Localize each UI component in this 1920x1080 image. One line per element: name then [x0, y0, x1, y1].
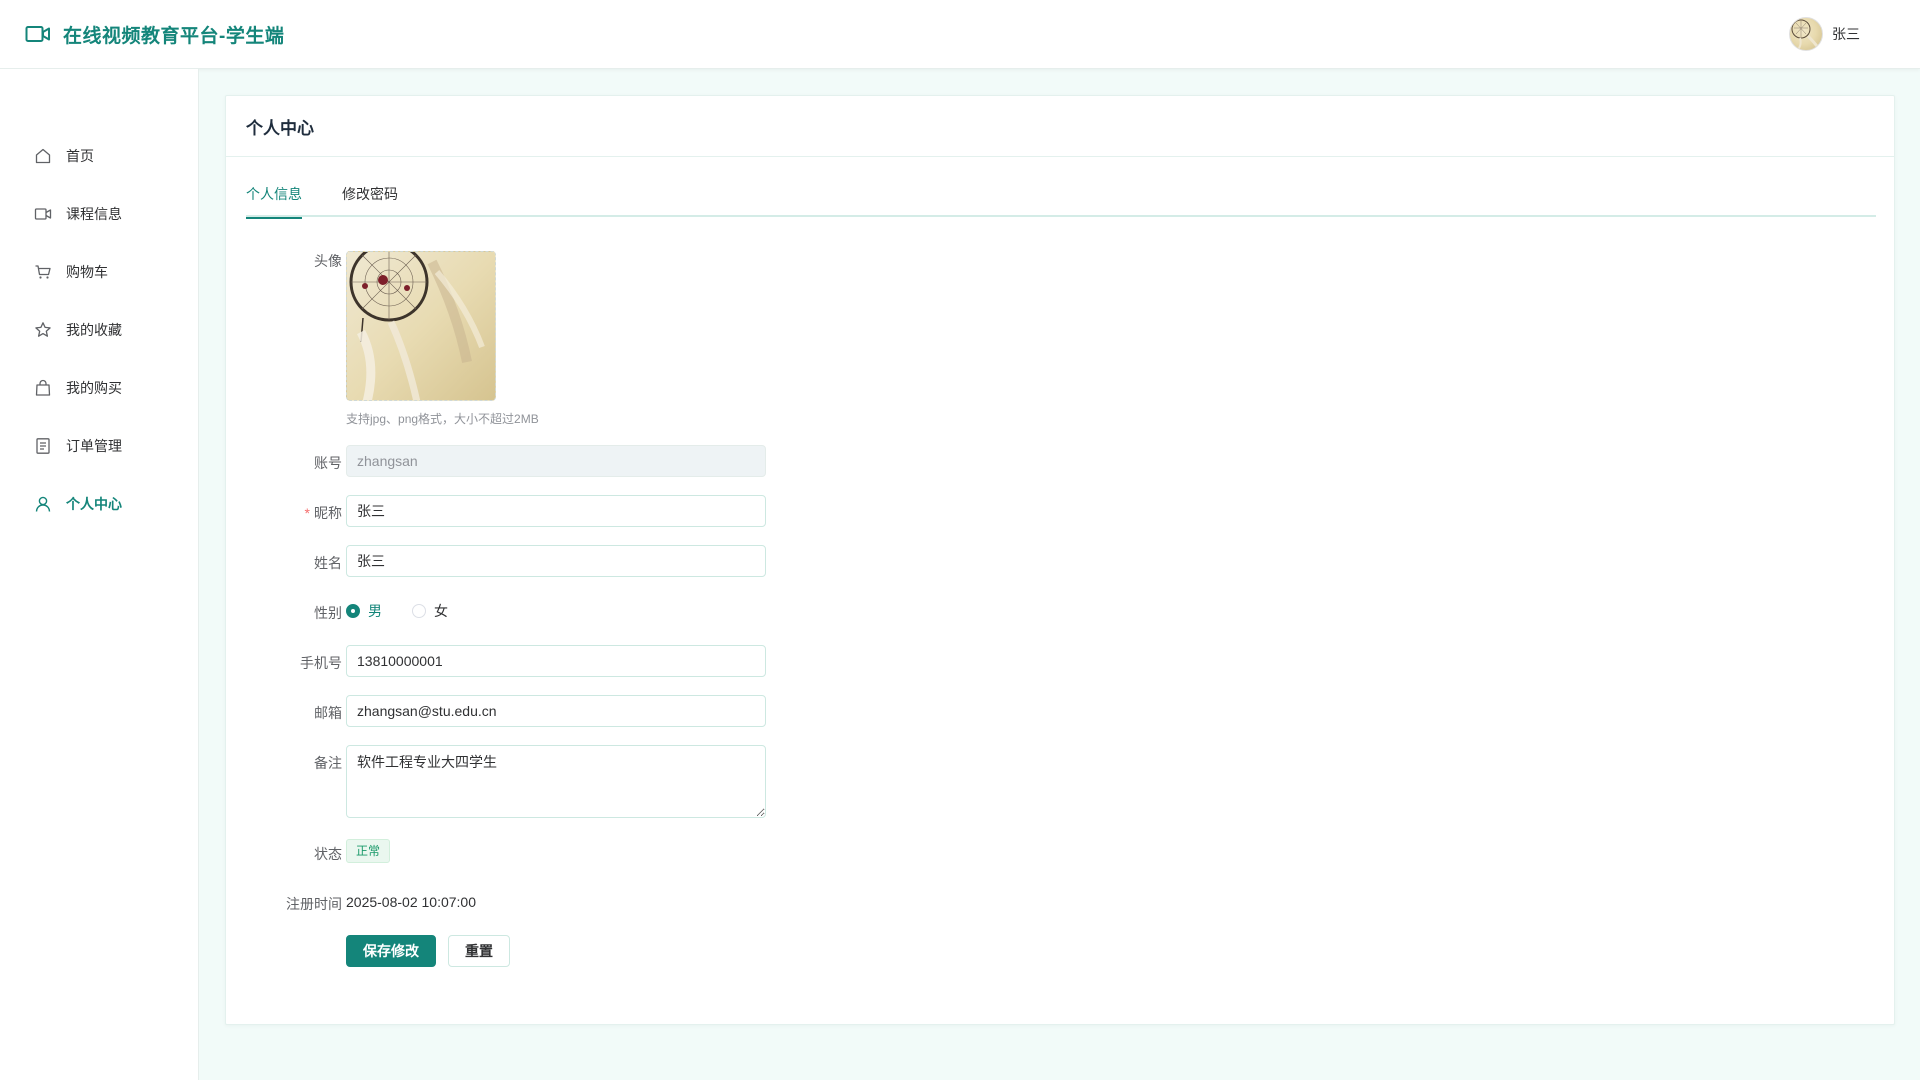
sidebar-item-favorites[interactable]: 我的收藏	[0, 301, 199, 359]
tab-personal-info[interactable]: 个人信息	[246, 184, 302, 219]
sidebar-item-label: 课程信息	[66, 206, 122, 222]
sidebar-item-label: 首页	[66, 148, 94, 164]
sidebar-item-label: 订单管理	[66, 438, 122, 454]
remark-textarea[interactable]: 软件工程专业大四学生	[346, 745, 766, 818]
sidebar-item-cart[interactable]: 购物车	[0, 243, 199, 301]
app-title: 在线视频教育平台-学生端	[63, 25, 285, 47]
reset-button[interactable]: 重置	[448, 935, 510, 967]
tab-bar: 个人信息 修改密码	[246, 184, 1876, 219]
sidebar-item-label: 购物车	[66, 264, 108, 280]
name-label: 姓名	[314, 555, 342, 571]
profile-card: 个人中心 个人信息 修改密码 头像 支持jpg、png格式，大小不超过2MB 账…	[225, 95, 1895, 1025]
sidebar-item-orders[interactable]: 订单管理	[0, 417, 199, 475]
video-icon	[34, 205, 52, 223]
nickname-label: * 昵称	[304, 505, 342, 521]
phone-field[interactable]	[346, 645, 766, 677]
top-header: 在线视频教育平台-学生端 张三	[0, 0, 1920, 69]
cart-icon	[34, 263, 52, 281]
avatar-upload[interactable]	[346, 251, 496, 401]
gender-radio-group: 男 女	[346, 601, 478, 621]
brand: 在线视频教育平台-学生端	[25, 21, 284, 48]
bag-icon	[34, 379, 52, 397]
radio-dot	[412, 604, 426, 618]
form-actions: 保存修改 重置	[346, 935, 510, 967]
gender-radio-female[interactable]: 女	[412, 601, 448, 621]
status-badge: 正常	[346, 839, 391, 863]
gender-label: 性别	[314, 605, 342, 621]
save-button[interactable]: 保存修改	[346, 935, 436, 967]
sidebar: 首页 课程信息 购物车 我的收藏 我的购买 订单管理 个人中心	[0, 69, 199, 1080]
user-menu[interactable]: 张三	[1789, 17, 1860, 51]
status-label: 状态	[314, 846, 342, 862]
account-label: 账号	[314, 455, 342, 471]
email-label: 邮箱	[314, 705, 342, 721]
required-mark: *	[304, 505, 310, 521]
register-time-label: 注册时间	[286, 896, 342, 912]
home-icon	[34, 147, 52, 165]
user-icon	[34, 495, 52, 513]
tab-change-password[interactable]: 修改密码	[342, 184, 398, 217]
register-time-value: 2025-08-02 10:07:00	[346, 894, 476, 910]
gender-radio-male[interactable]: 男	[346, 601, 382, 621]
dreamcatcher-image	[347, 252, 495, 400]
remark-label: 备注	[314, 755, 342, 771]
star-icon	[34, 321, 52, 339]
video-camera-icon	[25, 24, 51, 44]
sidebar-item-profile[interactable]: 个人中心	[0, 475, 199, 533]
sidebar-item-label: 我的收藏	[66, 322, 122, 338]
card-header: 个人中心	[226, 96, 1894, 157]
account-field[interactable]	[346, 445, 766, 477]
avatar-hint: 支持jpg、png格式，大小不超过2MB	[346, 412, 539, 426]
sidebar-item-purchases[interactable]: 我的购买	[0, 359, 199, 417]
nickname-field[interactable]	[346, 495, 766, 527]
avatar[interactable]	[1789, 17, 1823, 51]
email-field[interactable]	[346, 695, 766, 727]
page-title: 个人中心	[246, 118, 314, 138]
name-field[interactable]	[346, 545, 766, 577]
user-name: 张三	[1832, 26, 1860, 42]
sidebar-item-courses[interactable]: 课程信息	[0, 185, 199, 243]
avatar-label: 头像	[314, 253, 342, 269]
sidebar-item-label: 我的购买	[66, 380, 122, 396]
sidebar-item-home[interactable]: 首页	[0, 127, 199, 185]
radio-dot	[346, 604, 360, 618]
sidebar-item-label: 个人中心	[66, 496, 122, 512]
phone-label: 手机号	[300, 655, 342, 671]
document-icon	[34, 437, 52, 455]
